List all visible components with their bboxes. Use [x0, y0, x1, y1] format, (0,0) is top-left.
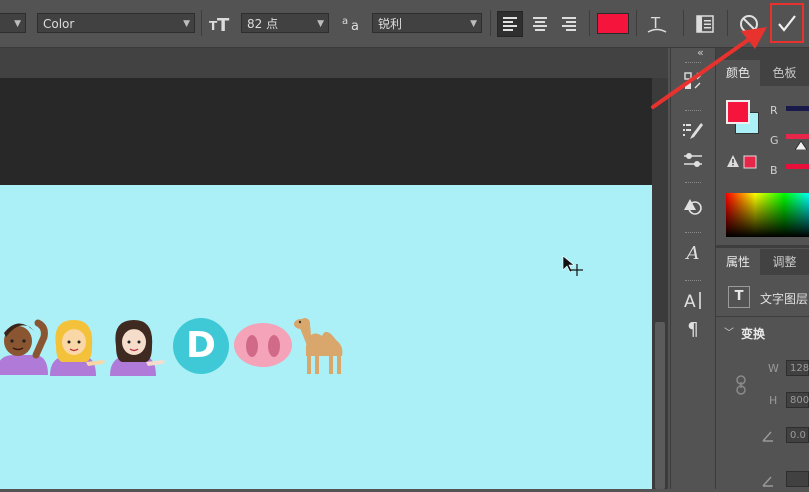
align-center-icon	[533, 17, 547, 31]
text-color-swatch[interactable]	[597, 13, 629, 34]
person-tipping-hand-blonde-emoji	[50, 320, 105, 376]
chevron-down-icon: ▼	[317, 19, 324, 29]
font-size-dropdown[interactable]: 82 点 ▼	[241, 13, 329, 33]
antialias-dropdown[interactable]: 锐利 ▼	[372, 13, 482, 33]
h-label: H	[769, 394, 778, 407]
font-style-value: Color	[43, 17, 75, 31]
transform-section-title: 变换	[741, 327, 766, 341]
scrollbar-thumb[interactable]	[655, 322, 665, 489]
font-style-dropdown[interactable]: Color ▼	[37, 13, 195, 33]
divider	[490, 10, 491, 36]
brush-settings-icon[interactable]	[681, 120, 705, 144]
angle-icon	[761, 428, 775, 447]
g-slider-track[interactable]	[786, 134, 809, 139]
channel-g-label: G	[770, 134, 779, 147]
camel-emoji	[294, 318, 343, 374]
grip-icon	[685, 280, 701, 283]
divider	[201, 10, 202, 36]
align-right-icon	[562, 17, 576, 31]
document-tab-strip	[0, 48, 668, 78]
angle-field[interactable]: 0.0	[786, 427, 809, 443]
w-label: W	[768, 362, 779, 375]
link-icon[interactable]	[734, 374, 748, 400]
person-gesturing-ok-emoji	[0, 319, 48, 375]
divider	[636, 10, 637, 36]
skew-icon	[761, 473, 775, 492]
align-left-button[interactable]	[497, 11, 523, 37]
align-left-icon	[503, 17, 517, 31]
canvas-text-layer: 🙆🏽💁🏼💁🏻🅳🐽🐪	[0, 185, 1, 186]
grip-icon	[685, 232, 701, 235]
channel-b-label: B	[770, 164, 778, 177]
glyphs-icon[interactable]: A	[681, 242, 705, 266]
panel-divider	[716, 245, 809, 248]
commit-button[interactable]	[770, 3, 804, 43]
commit-check-icon	[778, 15, 796, 32]
align-right-button[interactable]	[556, 11, 582, 37]
r-slider-track[interactable]	[786, 106, 809, 111]
svg-text:a: a	[351, 19, 359, 34]
skew-field[interactable]	[786, 471, 809, 487]
pig-nose-emoji	[234, 323, 292, 367]
grip-icon	[685, 182, 701, 185]
svg-text:A: A	[684, 292, 696, 312]
tab-adjustments[interactable]: 调整	[760, 249, 809, 275]
shapes-icon[interactable]	[681, 194, 705, 218]
character-icon[interactable]: A	[681, 288, 705, 312]
height-field[interactable]: 800	[786, 392, 809, 408]
paragraph-icon[interactable]: ¶	[681, 318, 705, 342]
annotation-arrow	[651, 27, 767, 109]
slider-handle-icon[interactable]	[795, 141, 807, 150]
svg-text:a: a	[342, 16, 348, 27]
font-size-value: 82 点	[247, 17, 279, 31]
align-center-button[interactable]	[527, 11, 553, 37]
tab-properties[interactable]: 属性	[716, 249, 760, 275]
letter-d-emoji: D	[173, 318, 229, 374]
layer-type-label: 文字图层	[760, 292, 809, 306]
width-field[interactable]: 128	[786, 360, 809, 376]
antialias-value: 锐利	[378, 17, 403, 31]
chevron-down-icon: ▼	[183, 19, 190, 29]
font-size-icon: TT	[208, 12, 234, 36]
adjustments-sliders-icon[interactable]	[681, 148, 705, 172]
b-slider-track[interactable]	[786, 164, 809, 169]
person-tipping-hand-brunette-emoji	[110, 320, 165, 376]
pasteboard	[0, 78, 652, 185]
gamut-warning-icon[interactable]	[726, 152, 758, 174]
chevron-down-icon[interactable]: ﹀	[724, 324, 734, 339]
divider	[589, 10, 590, 36]
move-cursor-icon	[562, 255, 583, 276]
chevron-down-icon: ▼	[14, 19, 21, 29]
svg-text:T: T	[217, 15, 230, 34]
font-family-dropdown[interactable]: ▼	[0, 13, 26, 33]
divider	[716, 316, 809, 317]
chevron-down-icon: ▼	[470, 19, 477, 29]
color-spectrum-ramp[interactable]	[726, 193, 809, 237]
aa-icon: aa	[340, 12, 364, 34]
text-layer-icon: T	[728, 286, 750, 308]
